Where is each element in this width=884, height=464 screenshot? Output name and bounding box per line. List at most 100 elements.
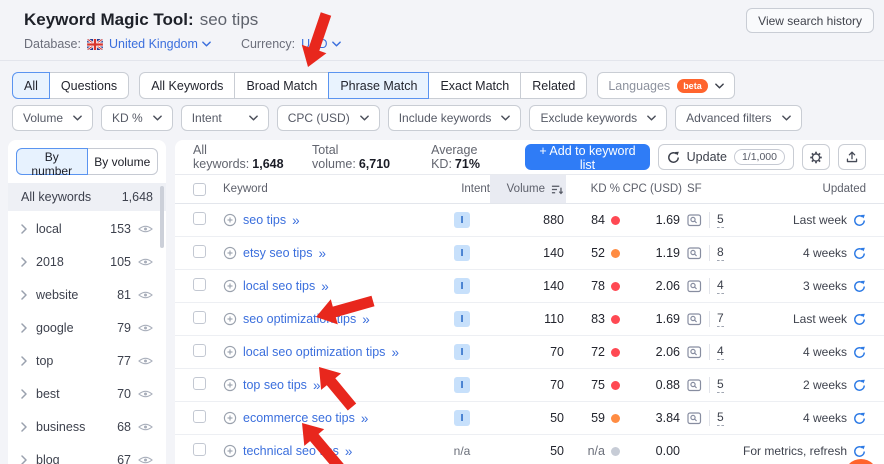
eye-icon[interactable]: [138, 389, 153, 399]
open-keyword-icon[interactable]: »: [321, 279, 329, 294]
keyword-group-best[interactable]: best 70: [8, 377, 166, 410]
eye-icon[interactable]: [138, 257, 153, 267]
row-checkbox[interactable]: [193, 212, 206, 225]
eye-icon[interactable]: [138, 290, 153, 300]
sf-value[interactable]: 5: [717, 212, 724, 228]
keyword-group-google[interactable]: google 79: [8, 311, 166, 344]
keyword-group-blog[interactable]: blog 67: [8, 443, 166, 464]
select-all-checkbox[interactable]: [193, 182, 206, 196]
add-keyword-icon[interactable]: [223, 444, 237, 458]
row-checkbox[interactable]: [193, 377, 206, 390]
database-selector[interactable]: United Kingdom: [109, 37, 211, 51]
row-checkbox[interactable]: [193, 278, 206, 291]
export-button[interactable]: [838, 144, 866, 170]
refresh-icon[interactable]: [853, 445, 866, 458]
filter-exclude-keywords[interactable]: Exclude keywords: [529, 105, 668, 131]
col-updated[interactable]: Updated: [738, 175, 866, 203]
row-checkbox[interactable]: [193, 344, 206, 357]
keyword-link[interactable]: etsy seo tips: [243, 246, 312, 260]
eye-icon[interactable]: [138, 323, 153, 333]
open-keyword-icon[interactable]: »: [391, 345, 399, 360]
refresh-icon[interactable]: [853, 412, 866, 425]
refresh-icon[interactable]: [853, 247, 866, 260]
col-volume[interactable]: Volume: [490, 175, 566, 203]
add-keyword-icon[interactable]: [223, 345, 237, 359]
open-keyword-icon[interactable]: »: [313, 378, 321, 393]
add-keyword-icon[interactable]: [223, 312, 237, 326]
sf-value[interactable]: 7: [717, 311, 724, 327]
filter-include-keywords[interactable]: Include keywords: [387, 105, 522, 131]
serp-features-icon[interactable]: [687, 345, 702, 359]
eye-icon[interactable]: [138, 356, 153, 366]
filter-volume[interactable]: Volume: [12, 105, 94, 131]
refresh-icon[interactable]: [853, 346, 866, 359]
tab-exact-match[interactable]: Exact Match: [428, 72, 522, 99]
keyword-link[interactable]: seo optimization tips: [243, 312, 356, 326]
keyword-link[interactable]: local seo tips: [243, 279, 315, 293]
keyword-link[interactable]: ecommerce seo tips: [243, 411, 355, 425]
serp-features-icon[interactable]: [687, 378, 702, 392]
add-keyword-icon[interactable]: [223, 279, 237, 293]
eye-icon[interactable]: [138, 224, 153, 234]
keyword-link[interactable]: technical seo tips: [243, 444, 339, 458]
add-keyword-icon[interactable]: [223, 246, 237, 260]
col-cpc[interactable]: CPC (USD): [620, 175, 682, 203]
all-keywords-row[interactable]: All keywords 1,648: [8, 183, 166, 211]
sf-value[interactable]: 5: [717, 377, 724, 393]
refresh-icon[interactable]: [853, 214, 866, 227]
open-keyword-icon[interactable]: »: [318, 246, 326, 261]
currency-selector[interactable]: USD: [301, 37, 341, 51]
refresh-icon[interactable]: [853, 313, 866, 326]
add-to-keyword-list-button[interactable]: + Add to keyword list: [525, 144, 650, 172]
languages-dropdown[interactable]: Languages beta: [597, 72, 735, 99]
sidebar-scrollbar[interactable]: [160, 186, 164, 248]
keyword-link[interactable]: seo tips: [243, 213, 286, 227]
tab-questions[interactable]: Questions: [48, 72, 130, 99]
serp-features-icon[interactable]: [687, 246, 702, 260]
view-search-history-button[interactable]: View search history: [746, 8, 874, 33]
eye-icon[interactable]: [138, 455, 153, 464]
row-checkbox[interactable]: [193, 443, 206, 456]
refresh-icon[interactable]: [853, 379, 866, 392]
col-kd[interactable]: KD %: [566, 175, 620, 203]
sf-value[interactable]: 5: [717, 410, 724, 426]
filter-advanced-filters[interactable]: Advanced filters: [675, 105, 802, 131]
eye-icon[interactable]: [138, 422, 153, 432]
add-keyword-icon[interactable]: [223, 213, 237, 227]
tab-all[interactable]: All: [12, 72, 50, 99]
filter-cpc-usd[interactable]: CPC (USD): [276, 105, 380, 131]
keyword-link[interactable]: local seo optimization tips: [243, 345, 385, 359]
tab-broad-match[interactable]: Broad Match: [234, 72, 330, 99]
sf-value[interactable]: 4: [717, 278, 724, 294]
filter-intent[interactable]: Intent: [180, 105, 269, 131]
settings-button[interactable]: [802, 144, 830, 170]
by-number-tab[interactable]: By number: [16, 148, 88, 178]
update-button[interactable]: Update 1/1,000: [657, 144, 794, 170]
serp-features-icon[interactable]: [687, 213, 702, 227]
serp-features-icon[interactable]: [687, 411, 702, 425]
open-keyword-icon[interactable]: »: [345, 444, 353, 459]
filter-kd[interactable]: KD %: [101, 105, 173, 131]
row-checkbox[interactable]: [193, 410, 206, 423]
row-checkbox[interactable]: [193, 245, 206, 258]
add-keyword-icon[interactable]: [223, 411, 237, 425]
by-volume-tab[interactable]: By volume: [86, 148, 158, 175]
tab-all-keywords[interactable]: All Keywords: [139, 72, 236, 99]
col-intent[interactable]: Intent: [434, 175, 490, 203]
keyword-group-2018[interactable]: 2018 105: [8, 245, 166, 278]
col-keyword[interactable]: Keyword: [223, 175, 434, 203]
serp-features-icon[interactable]: [687, 312, 702, 326]
serp-features-icon[interactable]: [687, 279, 702, 293]
open-keyword-icon[interactable]: »: [292, 213, 300, 228]
open-keyword-icon[interactable]: »: [362, 312, 370, 327]
keyword-group-top[interactable]: top 77: [8, 344, 166, 377]
keyword-group-business[interactable]: business 68: [8, 410, 166, 443]
keyword-link[interactable]: top seo tips: [243, 378, 307, 392]
keyword-group-local[interactable]: local 153: [8, 212, 166, 245]
row-checkbox[interactable]: [193, 311, 206, 324]
open-keyword-icon[interactable]: »: [361, 411, 369, 426]
add-keyword-icon[interactable]: [223, 378, 237, 392]
tab-related[interactable]: Related: [520, 72, 588, 99]
tab-phrase-match[interactable]: Phrase Match: [328, 72, 430, 99]
keyword-group-website[interactable]: website 81: [8, 278, 166, 311]
